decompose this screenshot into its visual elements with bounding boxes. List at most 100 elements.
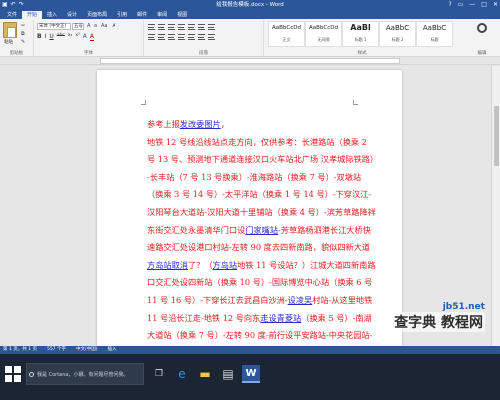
style-no-spacing[interactable]: AaBbCcDd 无间隔: [305, 21, 342, 47]
numbering-icon[interactable]: [158, 24, 165, 30]
minimize-icon[interactable]: —: [469, 0, 475, 10]
tab-home[interactable]: 开始: [22, 11, 43, 19]
style-heading-1[interactable]: AaBl 标题 1: [342, 21, 379, 47]
store-icon[interactable]: ▤: [219, 365, 237, 383]
style-normal[interactable]: AaBbCcDd 正文: [268, 21, 305, 47]
close-icon[interactable]: ✕: [493, 0, 498, 10]
link-fangdao[interactable]: 方岛站: [213, 260, 238, 270]
link-ndrc-image[interactable]: 发改委图片: [180, 119, 221, 129]
link-lingwu[interactable]: 设凌吴: [288, 295, 313, 305]
tab-insert[interactable]: 插入: [42, 11, 62, 19]
styles-gallery: AaBbCcDd 正文 AaBbCcDd 无间隔 AaBl 标题 1 AaBbC…: [268, 21, 456, 47]
clear-format-icon[interactable]: ✗: [112, 23, 116, 29]
link-menjiazui[interactable]: 门家嘴站: [245, 225, 278, 235]
paste-label: 粘贴: [4, 40, 13, 45]
grow-font-icon[interactable]: A: [87, 23, 90, 29]
link-qingling[interactable]: 走设青菱站: [260, 313, 301, 323]
cortana-icon: [29, 372, 34, 377]
shading-icon[interactable]: [198, 34, 205, 40]
paragraph-group: 段落: [144, 20, 264, 56]
scrollbar-thumb[interactable]: [494, 106, 499, 166]
font-group: 宋体 (中文正) 五号 A a Aa ✗ B I U abc x₂ x² A A…: [34, 20, 144, 56]
multilevel-list-icon[interactable]: [168, 24, 175, 30]
tab-view[interactable]: 视图: [172, 11, 192, 19]
tab-review[interactable]: 审阅: [152, 11, 172, 19]
tab-design[interactable]: 设计: [62, 11, 82, 19]
task-view-icon[interactable]: ❐: [150, 365, 168, 383]
tab-file[interactable]: 文件: [2, 11, 23, 19]
word-icon[interactable]: W: [242, 365, 260, 383]
align-center-icon[interactable]: [158, 34, 165, 40]
borders-icon[interactable]: [208, 34, 215, 40]
ribbon-display-icon[interactable]: ▭: [458, 0, 464, 10]
style-name: 标题 1: [354, 37, 367, 42]
help-icon[interactable]: ?: [448, 0, 451, 10]
save-icon[interactable]: ▣: [2, 1, 8, 9]
tab-references[interactable]: 引用: [112, 11, 132, 19]
margin-corner-top-right: [353, 100, 358, 105]
editing-group[interactable]: 编辑: [466, 21, 498, 56]
document-page[interactable]: 参考上报发改委图片， 地铁 12 号线沿线站点走方向，仅供参考：长港路站（换乘 …: [97, 70, 402, 346]
tab-layout[interactable]: 页面布局: [82, 11, 112, 19]
language-indicator[interactable]: 中文(中国): [76, 346, 98, 354]
line-spacing-icon[interactable]: [188, 34, 195, 40]
page-count[interactable]: 第 1 页，共 1 页: [3, 346, 37, 354]
align-left-icon[interactable]: [148, 34, 155, 40]
watermark: jb51.net 查字典 教程网: [392, 302, 485, 332]
redo-icon[interactable]: ↷: [19, 1, 24, 9]
intro-paragraph: 参考上报发改委图片，: [147, 116, 377, 134]
show-marks-icon[interactable]: [208, 24, 215, 30]
style-heading-2[interactable]: AaBbC 标题 2: [379, 21, 416, 47]
paste-button[interactable]: [3, 22, 17, 38]
sort-icon[interactable]: [198, 24, 205, 30]
style-sample: AaBbCcDd: [272, 25, 301, 31]
file-explorer-icon[interactable]: ▬: [196, 365, 214, 383]
word-count[interactable]: 557 个字: [47, 346, 66, 354]
increase-indent-icon[interactable]: [188, 24, 195, 30]
window-controls: ? ▭ — □ ✕: [448, 0, 498, 10]
edge-icon[interactable]: e: [173, 365, 191, 383]
vertical-scrollbar[interactable]: [491, 66, 500, 346]
find-icon[interactable]: [477, 23, 487, 33]
font-color-button[interactable]: A: [89, 33, 95, 41]
window-title: 给我报告模板.docx - Word: [216, 2, 284, 8]
align-right-icon[interactable]: [168, 34, 175, 40]
link-fangdao-cancel[interactable]: 方岛站取消: [147, 260, 188, 270]
underline-button[interactable]: U: [49, 33, 53, 41]
style-sample: AaBbC: [385, 24, 410, 32]
maximize-icon[interactable]: □: [481, 0, 487, 10]
format-painter-icon[interactable]: ✎: [21, 39, 25, 45]
ruler-scale[interactable]: [100, 58, 400, 64]
margin-corner-top-left: [141, 100, 146, 105]
ribbon-tabs: 文件 开始 插入 设计 页面布局 引用 邮件 审阅 视图: [0, 10, 500, 19]
document-body[interactable]: 参考上报发改委图片， 地铁 12 号线沿线站点走方向，仅供参考：长港路站（换乘 …: [147, 116, 378, 346]
watermark-site: jb51.net: [442, 302, 485, 312]
style-title[interactable]: AaBbC 标题: [416, 21, 453, 47]
undo-icon[interactable]: ↶: [11, 1, 16, 9]
text-effects-button[interactable]: A: [83, 33, 87, 41]
route-text-c: 了？（: [187, 259, 213, 270]
shrink-font-icon[interactable]: a: [94, 23, 97, 29]
tab-mailings[interactable]: 邮件: [132, 11, 152, 19]
clipboard-group: 粘贴 ✂ ⧉ ✎ 剪贴板: [0, 20, 34, 56]
windows-logo-tile: [14, 375, 21, 382]
italic-button[interactable]: I: [45, 33, 47, 41]
bullets-icon[interactable]: [148, 24, 155, 30]
font-name-select[interactable]: 宋体 (中文正): [37, 23, 71, 30]
cut-icon[interactable]: ✂: [21, 23, 25, 29]
copy-icon[interactable]: ⧉: [21, 31, 25, 37]
style-name: 标题 2: [391, 37, 404, 42]
list-buttons-row: [148, 24, 215, 30]
bold-button[interactable]: B: [37, 33, 42, 41]
subscript-button[interactable]: x₂: [68, 33, 72, 41]
decrease-indent-icon[interactable]: [178, 24, 185, 30]
justify-icon[interactable]: [178, 34, 185, 40]
superscript-button[interactable]: x²: [75, 33, 79, 41]
cortana-placeholder: 我是 Cortana，小娜。有问题尽管问我。: [37, 372, 129, 378]
font-size-select[interactable]: 五号: [72, 23, 84, 30]
strikethrough-button[interactable]: abc: [57, 33, 65, 41]
start-button[interactable]: [5, 366, 21, 382]
change-case-icon[interactable]: Aa: [101, 23, 107, 29]
insert-mode[interactable]: 插入: [108, 346, 117, 354]
cortana-search-box[interactable]: 我是 Cortana，小娜。有问题尽管问我。: [26, 363, 144, 385]
